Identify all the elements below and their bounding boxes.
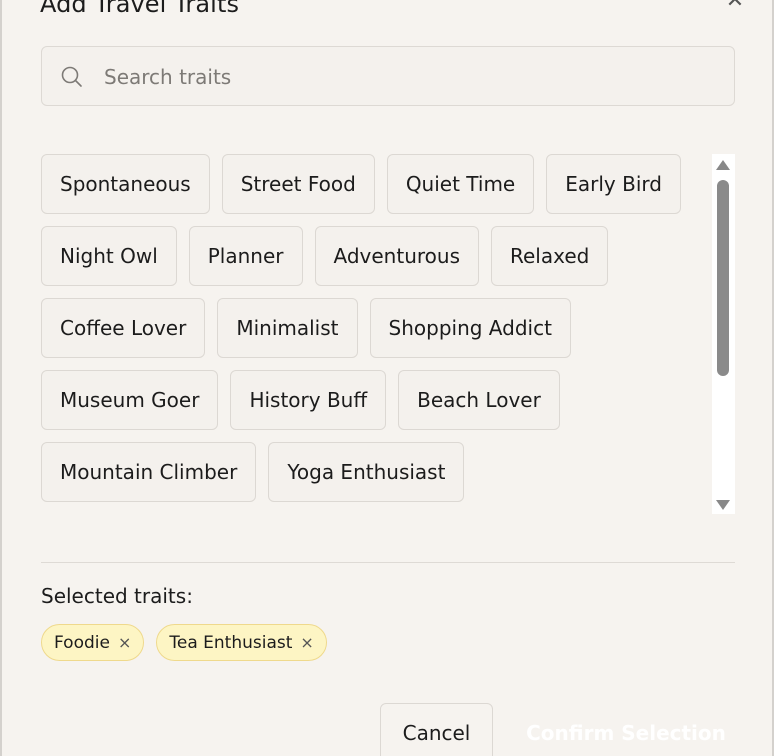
selected-tag-foodie: Foodie × <box>41 624 145 661</box>
trait-chip[interactable]: Adventurous <box>314 226 479 286</box>
trait-chip[interactable]: Early Bird <box>546 154 681 214</box>
trait-chip[interactable]: Yoga Enthusiast <box>268 442 465 502</box>
trait-chip[interactable]: Minimalist <box>217 298 358 358</box>
selected-tag-tea-enthusiast: Tea Enthusiast × <box>156 624 327 661</box>
trait-chip[interactable]: Coffee Lover <box>41 298 206 358</box>
selected-traits-label: Selected traits: <box>41 584 193 608</box>
traits-list: Spontaneous Street Food Quiet Time Early Bi… <box>41 154 711 514</box>
scroll-up-arrow-icon[interactable] <box>716 160 730 170</box>
traits-grid: Spontaneous Street Food Quiet Time Early Bi… <box>41 154 681 514</box>
tag-label: Tea Enthusiast <box>169 632 293 653</box>
tag-label: Foodie <box>54 632 110 653</box>
trait-chip[interactable]: Spontaneous <box>41 154 210 214</box>
trait-chip[interactable]: Street Food <box>221 154 375 214</box>
cancel-button[interactable]: Cancel <box>380 703 493 756</box>
divider <box>41 562 735 563</box>
confirm-selection-button[interactable]: Confirm Selection <box>514 703 738 756</box>
trait-chip[interactable]: Planner <box>188 226 303 286</box>
search-input[interactable] <box>102 47 706 107</box>
scroll-down-arrow-icon[interactable] <box>716 500 730 510</box>
trait-chip[interactable]: Museum Goer <box>41 370 219 430</box>
scrollbar-thumb[interactable] <box>717 180 729 376</box>
trait-chip[interactable]: Beach Lover <box>398 370 560 430</box>
trait-chip[interactable]: Night Owl <box>41 226 177 286</box>
add-traits-dialog: Add Travel Traits ✕ SpontaneousStreet Fo… <box>0 0 774 756</box>
close-icon[interactable]: ✕ <box>724 0 746 12</box>
search-box <box>41 46 735 107</box>
traits-scrollbar[interactable] <box>712 154 735 514</box>
remove-tag-icon[interactable]: × <box>300 633 313 652</box>
dialog-title: Add Travel Traits <box>40 0 240 18</box>
trait-chip[interactable]: Relaxed <box>491 226 609 286</box>
trait-chip[interactable]: Shopping Addict <box>369 298 571 358</box>
remove-tag-icon[interactable]: × <box>118 633 131 652</box>
trait-chip[interactable]: Quiet Time <box>386 154 535 214</box>
trait-chip[interactable]: Mountain Climber <box>41 442 257 502</box>
search-icon <box>61 66 82 87</box>
selected-traits-list: Foodie × Tea Enthusiast × <box>41 624 327 661</box>
trait-chip[interactable]: History Buff <box>230 370 387 430</box>
